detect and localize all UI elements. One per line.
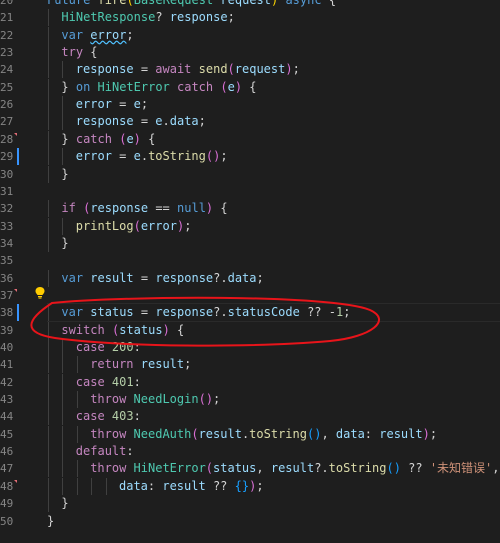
annotation-circle: [30, 296, 380, 347]
code-editor[interactable]: 20 Future fire(BaseRequest request) async…: [0, 0, 500, 543]
